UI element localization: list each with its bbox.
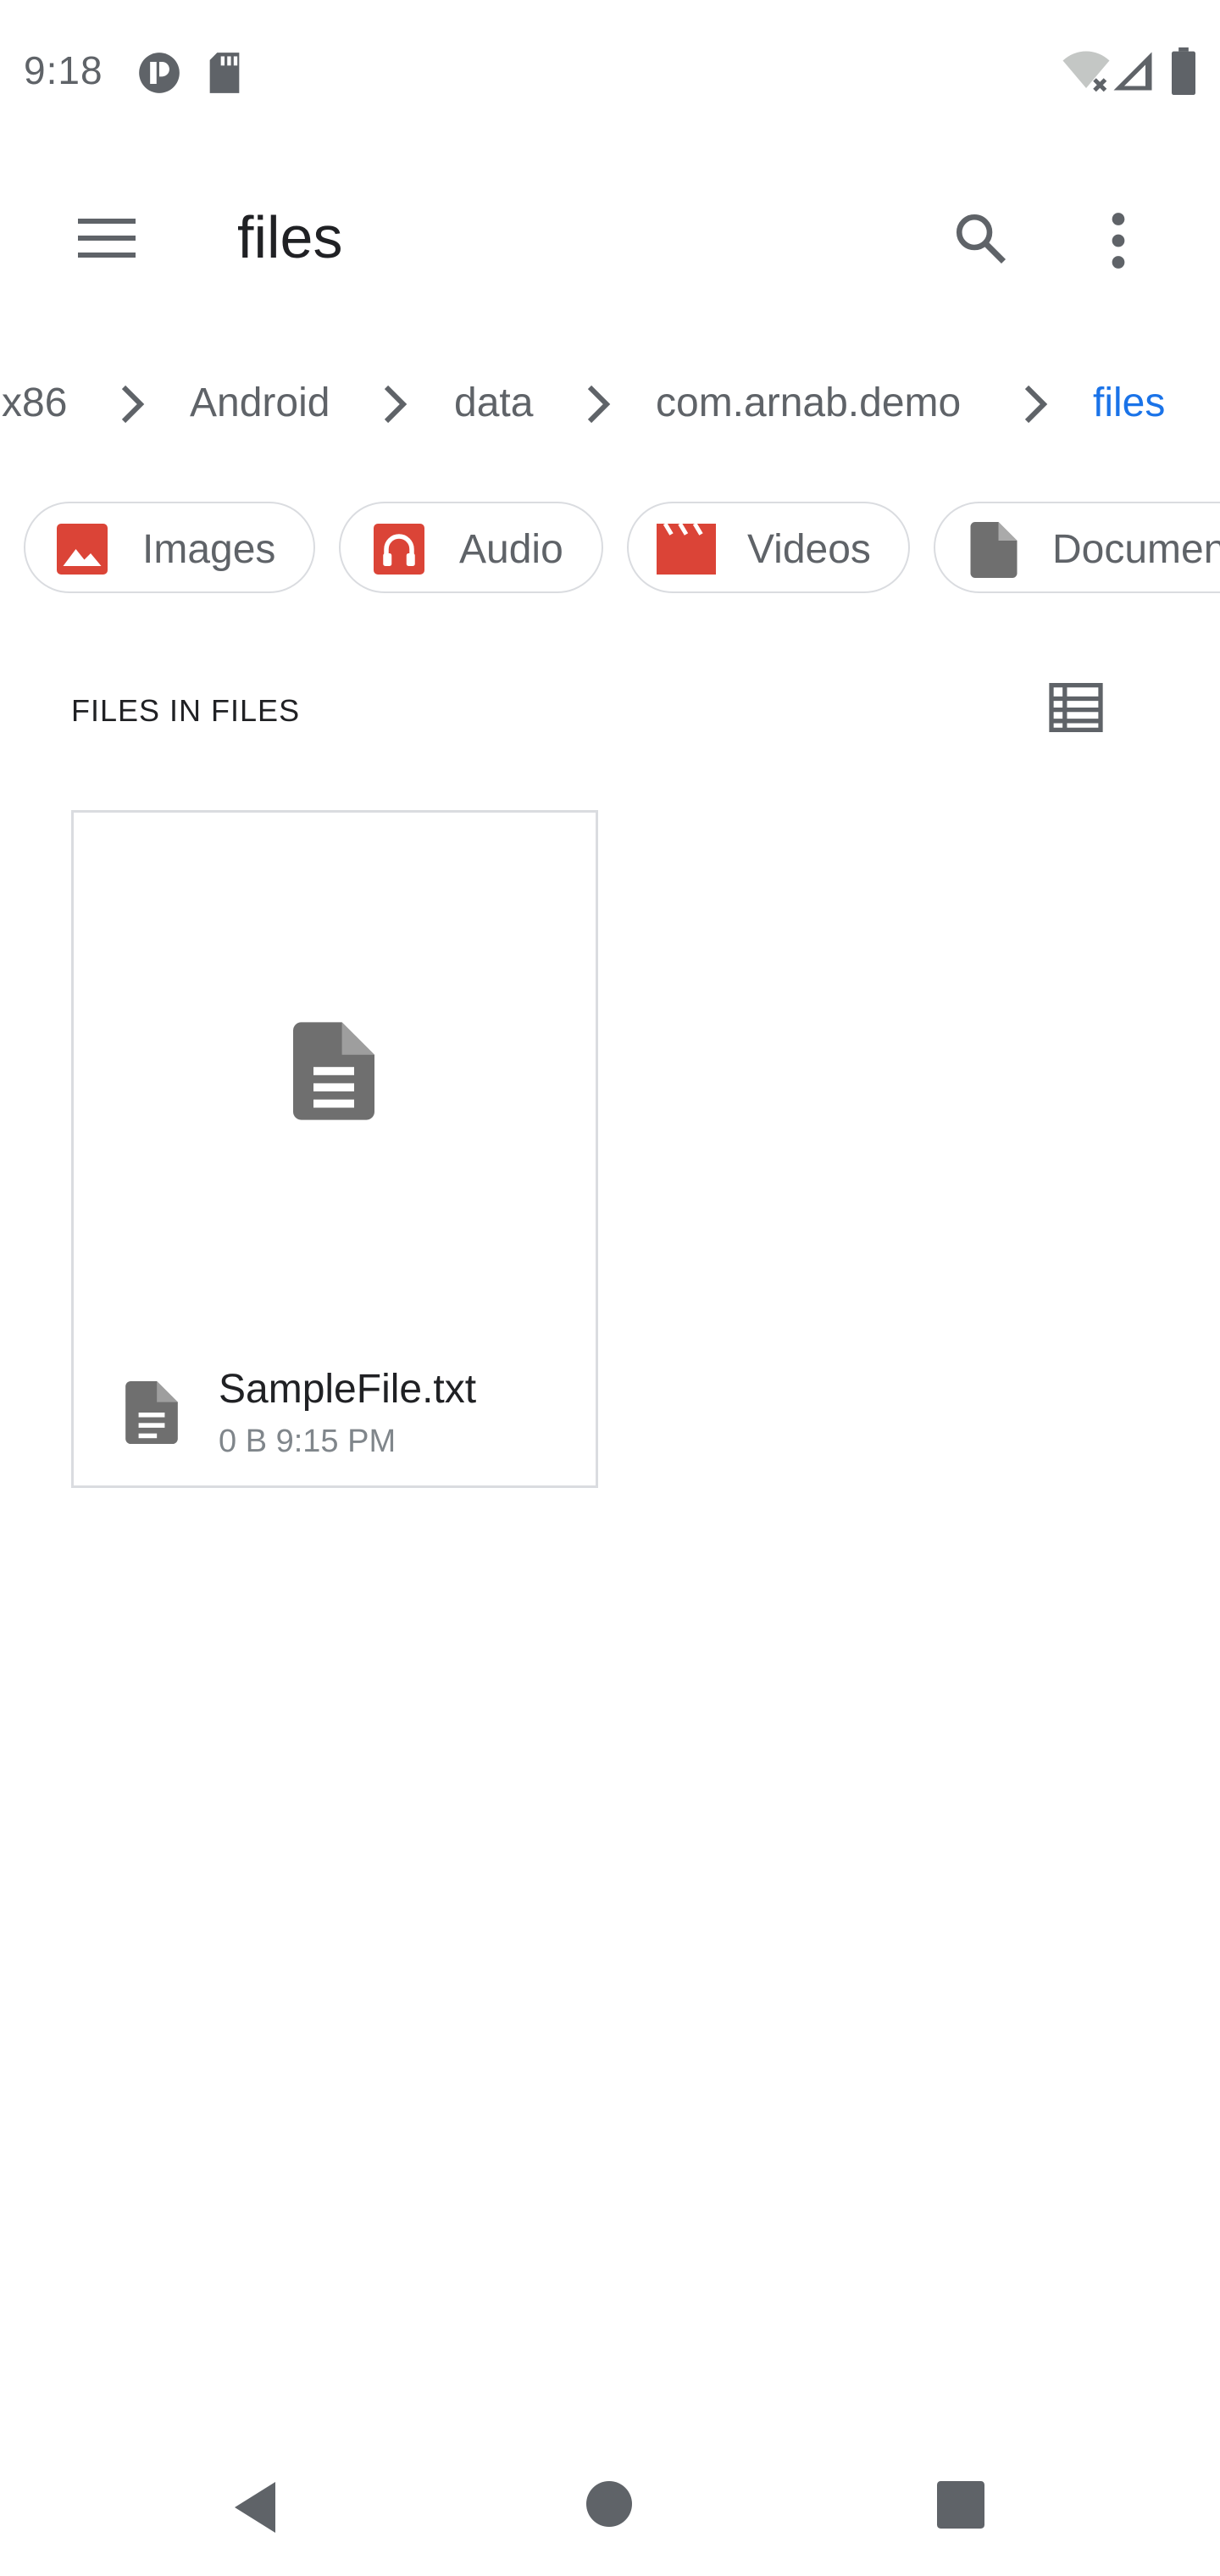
image-icon [57,524,108,575]
app-notification-icon [139,53,180,93]
file-thumbnail-icon [293,1022,374,1120]
recents-icon[interactable] [937,2481,984,2529]
menu-icon[interactable] [78,217,136,259]
search-icon[interactable] [952,210,1008,266]
wifi-off-icon [1062,51,1110,92]
battery-icon [1172,47,1195,95]
breadcrumb-item-files[interactable]: files [1093,380,1165,426]
signal-icon [1113,52,1152,91]
chip-label: Videos [747,527,871,572]
chevron-right-icon [1024,385,1048,424]
chevron-right-icon [587,385,611,424]
sd-card-icon [209,53,240,93]
chip-label: Documents [1052,527,1220,572]
chip-videos[interactable]: Videos [627,502,910,593]
video-icon [657,524,716,575]
document-icon [970,522,1018,578]
list-view-icon[interactable] [1049,683,1103,732]
chevron-right-icon [121,385,145,424]
text-file-icon [125,1381,178,1444]
breadcrumb-item-android[interactable]: Android [190,380,330,426]
more-options-icon[interactable] [1101,212,1135,269]
chip-label: Images [142,527,276,572]
file-name: SampleFile.txt [219,1367,477,1412]
chevron-right-icon [384,385,408,424]
chip-audio[interactable]: Audio [339,502,603,593]
home-icon[interactable] [586,2481,632,2527]
audio-icon [374,524,424,575]
breadcrumb-item-x86[interactable]: x86 [2,380,67,426]
breadcrumb-item-data[interactable]: data [454,380,533,426]
status-time: 9:18 [24,48,103,92]
breadcrumb-item-com-arnab-demo[interactable]: com.arnab.demo [656,380,961,426]
chip-label: Audio [459,527,563,572]
back-icon[interactable] [229,2479,281,2535]
page-title: files [237,204,343,270]
chip-images[interactable]: Images [24,502,315,593]
file-meta: 0 B 9:15 PM [219,1424,396,1459]
section-title: FILES IN FILES [71,693,301,728]
chip-documents[interactable]: Documents [934,502,1220,593]
